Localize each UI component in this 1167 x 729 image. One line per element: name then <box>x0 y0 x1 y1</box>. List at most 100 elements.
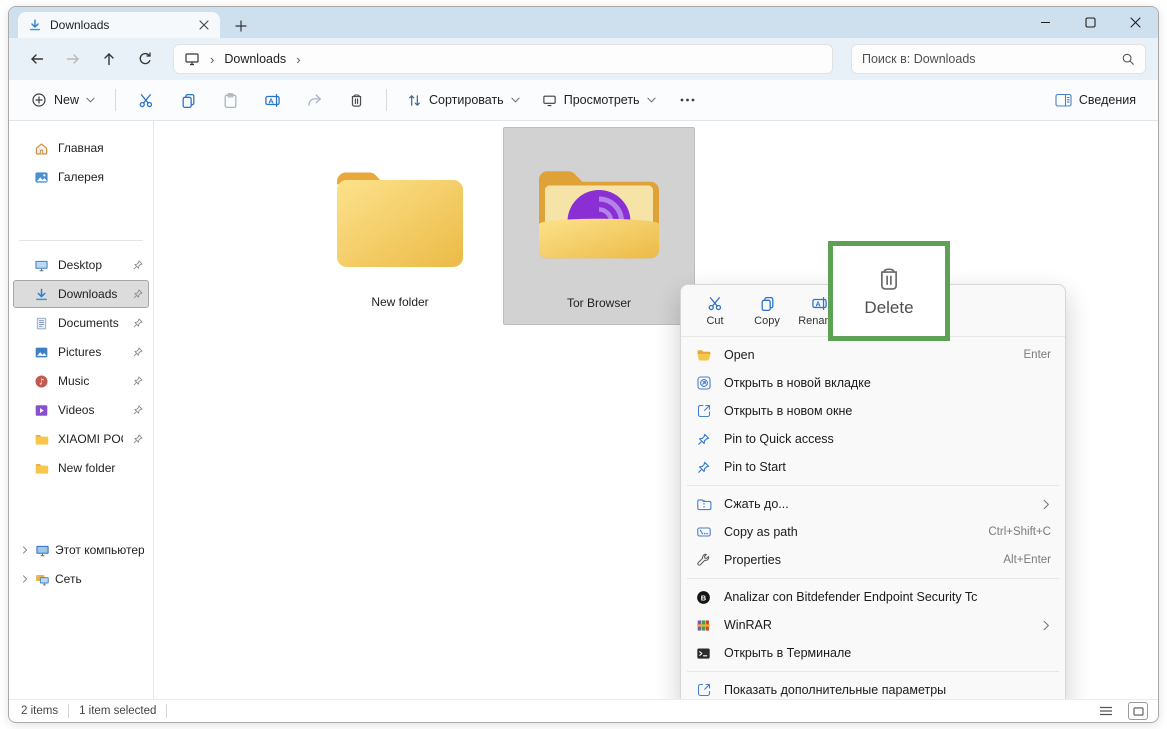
menu-item-label: Показать дополнительные параметры <box>724 683 1051 697</box>
navigation-pane: Главная Галерея Desktop <box>9 121 154 699</box>
refresh-button[interactable] <box>129 44 161 74</box>
menu-item-pin-to-start[interactable]: Pin to Start <box>685 453 1061 481</box>
sidebar-item-music[interactable]: ♪ Music <box>13 367 149 395</box>
new-tab-button[interactable] <box>228 14 254 38</box>
title-bar-drag-area[interactable] <box>254 7 1023 38</box>
menu-item-compress-to[interactable]: Сжать до... <box>685 490 1061 518</box>
files-area: New folder <box>154 121 1158 699</box>
sidebar-item-gallery[interactable]: Галерея <box>13 163 149 191</box>
new-button-label: New <box>54 93 79 107</box>
rename-button[interactable]: A <box>254 85 290 115</box>
thumbnail-view-icon[interactable] <box>1128 702 1148 720</box>
forward-button[interactable] <box>57 44 89 74</box>
paste-button[interactable] <box>212 85 248 115</box>
menu-item-properties[interactable]: Properties Alt+Enter <box>685 546 1061 574</box>
menu-item-open-in-new-tab[interactable]: Открыть в новой вкладке <box>685 369 1061 397</box>
sidebar-item-downloads[interactable]: Downloads <box>13 280 149 308</box>
details-pane-button[interactable]: Сведения <box>1047 87 1144 114</box>
file-tile-tor-browser[interactable]: Tor Browser <box>503 127 695 325</box>
sidebar-item-home[interactable]: Главная <box>13 134 149 162</box>
items-count: 2 items <box>21 705 68 717</box>
minimize-button[interactable] <box>1023 7 1068 38</box>
search-box[interactable] <box>851 44 1146 74</box>
copy-command[interactable]: Copy <box>741 295 793 327</box>
copy-command-label: Copy <box>754 315 780 327</box>
this-pc-icon[interactable] <box>184 51 200 67</box>
menu-item-label: Properties <box>724 553 993 567</box>
tab-downloads[interactable]: Downloads <box>18 12 220 38</box>
gallery-icon <box>34 170 49 185</box>
copy-button[interactable] <box>170 85 206 115</box>
pin-icon <box>695 459 712 476</box>
maximize-button[interactable] <box>1068 7 1113 38</box>
sidebar-item-documents[interactable]: Documents <box>13 309 149 337</box>
delete-highlight-annotation: Delete <box>828 241 950 341</box>
submenu-chevron-icon <box>1042 499 1051 510</box>
selected-count: 1 item selected <box>69 705 166 717</box>
delete-button[interactable] <box>338 85 374 115</box>
monitor-icon <box>542 93 557 108</box>
address-bar[interactable]: › Downloads › <box>173 44 833 74</box>
sidebar-item-videos[interactable]: Videos <box>13 396 149 424</box>
svg-text:A: A <box>268 96 274 105</box>
pin-icon <box>132 259 144 271</box>
chevron-down-icon <box>647 97 656 103</box>
breadcrumb-downloads[interactable]: Downloads <box>224 52 286 66</box>
sidebar-item-desktop[interactable]: Desktop <box>13 251 149 279</box>
status-bar: 2 items 1 item selected <box>9 699 1158 722</box>
breadcrumb-chevron-icon: › <box>208 52 216 67</box>
close-button[interactable] <box>1113 7 1158 38</box>
menu-item-winrar[interactable]: WinRAR <box>685 611 1061 639</box>
menu-item-pin-to-quick-access[interactable]: Pin to Quick access <box>685 425 1061 453</box>
up-button[interactable] <box>93 44 125 74</box>
menu-item-open-in-new-window[interactable]: Открыть в новом окне <box>685 397 1061 425</box>
list-view-icon[interactable] <box>1096 702 1116 720</box>
new-button[interactable]: New <box>23 86 103 114</box>
sidebar-item-new-folder[interactable]: New folder <box>13 454 149 482</box>
show-more-options-icon <box>695 682 712 699</box>
search-input[interactable] <box>862 52 1113 66</box>
menu-item-label: Analizar con Bitdefender Endpoint Securi… <box>724 590 1051 604</box>
sidebar-item-xiaomi-poco[interactable]: XIAOMI POCO F <box>13 425 149 453</box>
terminal-icon <box>695 645 712 662</box>
cut-command[interactable]: Cut <box>689 295 741 327</box>
sidebar-item-pictures[interactable]: Pictures <box>13 338 149 366</box>
menu-item-label: Pin to Quick access <box>724 432 1051 446</box>
chevron-right-icon[interactable] <box>20 545 30 555</box>
scissors-icon <box>707 295 724 312</box>
tab-close-icon[interactable] <box>196 17 212 33</box>
chevron-down-icon <box>511 97 520 103</box>
copy-icon <box>759 295 776 312</box>
trash-icon <box>874 264 904 294</box>
videos-icon <box>34 403 49 418</box>
menu-item-label: Copy as path <box>724 525 978 539</box>
more-options-icon[interactable] <box>670 85 706 115</box>
pin-icon <box>132 346 144 358</box>
file-tile-new-folder[interactable]: New folder <box>304 127 496 325</box>
menu-item-bitdefender-scan[interactable]: B Analizar con Bitdefender Endpoint Secu… <box>685 583 1061 611</box>
network-icon <box>35 572 50 587</box>
menu-item-copy-as-path[interactable]: Copy as path Ctrl+Shift+C <box>685 518 1061 546</box>
menu-item-shortcut: Ctrl+Shift+C <box>988 526 1051 538</box>
breadcrumb-chevron-icon[interactable]: › <box>294 52 302 67</box>
menu-item-label: Открыть в новом окне <box>724 404 1051 418</box>
back-button[interactable] <box>21 44 53 74</box>
sidebar-item-label: Desktop <box>58 258 123 272</box>
sidebar-item-network[interactable]: Сеть <box>13 565 149 593</box>
annotation-label: Delete <box>864 298 913 318</box>
status-divider <box>166 704 167 718</box>
copy-as-path-icon <box>695 524 712 541</box>
sidebar-item-this-pc[interactable]: Этот компьютер <box>13 536 149 564</box>
menu-item-open[interactable]: Open Enter <box>685 341 1061 369</box>
sort-button[interactable]: Сортировать <box>399 87 528 114</box>
share-button[interactable] <box>296 85 332 115</box>
status-view-toggles <box>1096 702 1148 720</box>
sidebar-separator <box>19 240 143 241</box>
cut-button[interactable] <box>128 85 164 115</box>
menu-item-open-in-terminal[interactable]: Открыть в Терминале <box>685 639 1061 667</box>
sidebar-item-label: Сеть <box>55 572 144 586</box>
toolbar-divider <box>115 89 116 111</box>
chevron-right-icon[interactable] <box>20 574 30 584</box>
menu-item-show-more-options[interactable]: Показать дополнительные параметры <box>685 676 1061 699</box>
view-button[interactable]: Просмотреть <box>534 87 664 114</box>
